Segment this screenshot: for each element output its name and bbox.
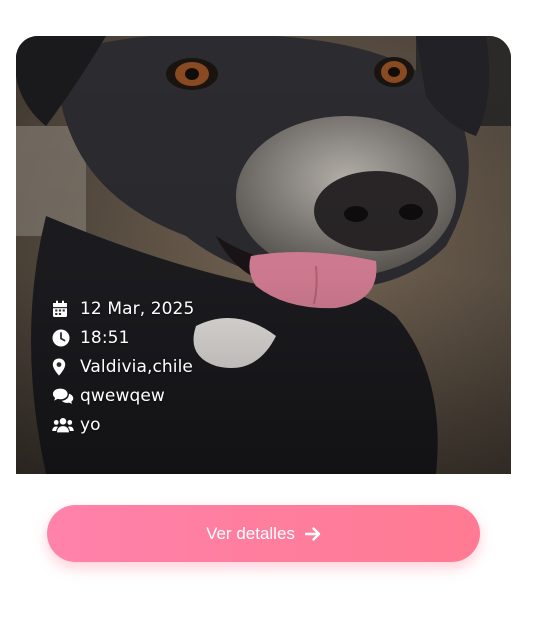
users-icon <box>52 416 74 434</box>
event-card: 12 Mar, 2025 18:51 Valdivia,chile qwewqe… <box>16 36 511 474</box>
event-time-row: 18:51 <box>52 323 194 352</box>
event-location-row: Valdivia,chile <box>52 352 194 381</box>
event-time: 18:51 <box>80 327 130 348</box>
event-info: 12 Mar, 2025 18:51 Valdivia,chile qwewqe… <box>52 294 194 439</box>
ver-detalles-label: Ver detalles <box>206 523 295 543</box>
event-description-row: qwewqew <box>52 381 194 410</box>
comments-icon <box>52 387 74 405</box>
event-description: qwewqew <box>80 385 165 406</box>
ver-detalles-button[interactable]: Ver detalles <box>47 505 480 562</box>
event-location: Valdivia,chile <box>80 356 193 377</box>
arrow-right-icon <box>304 526 321 541</box>
clock-icon <box>52 329 74 347</box>
event-organizer-row: yo <box>52 410 194 439</box>
event-date-row: 12 Mar, 2025 <box>52 294 194 323</box>
page: 12 Mar, 2025 18:51 Valdivia,chile qwewqe… <box>0 0 545 621</box>
map-pin-icon <box>52 358 74 376</box>
calendar-icon <box>52 300 74 318</box>
event-date: 12 Mar, 2025 <box>80 298 195 319</box>
event-organizer: yo <box>80 414 101 435</box>
